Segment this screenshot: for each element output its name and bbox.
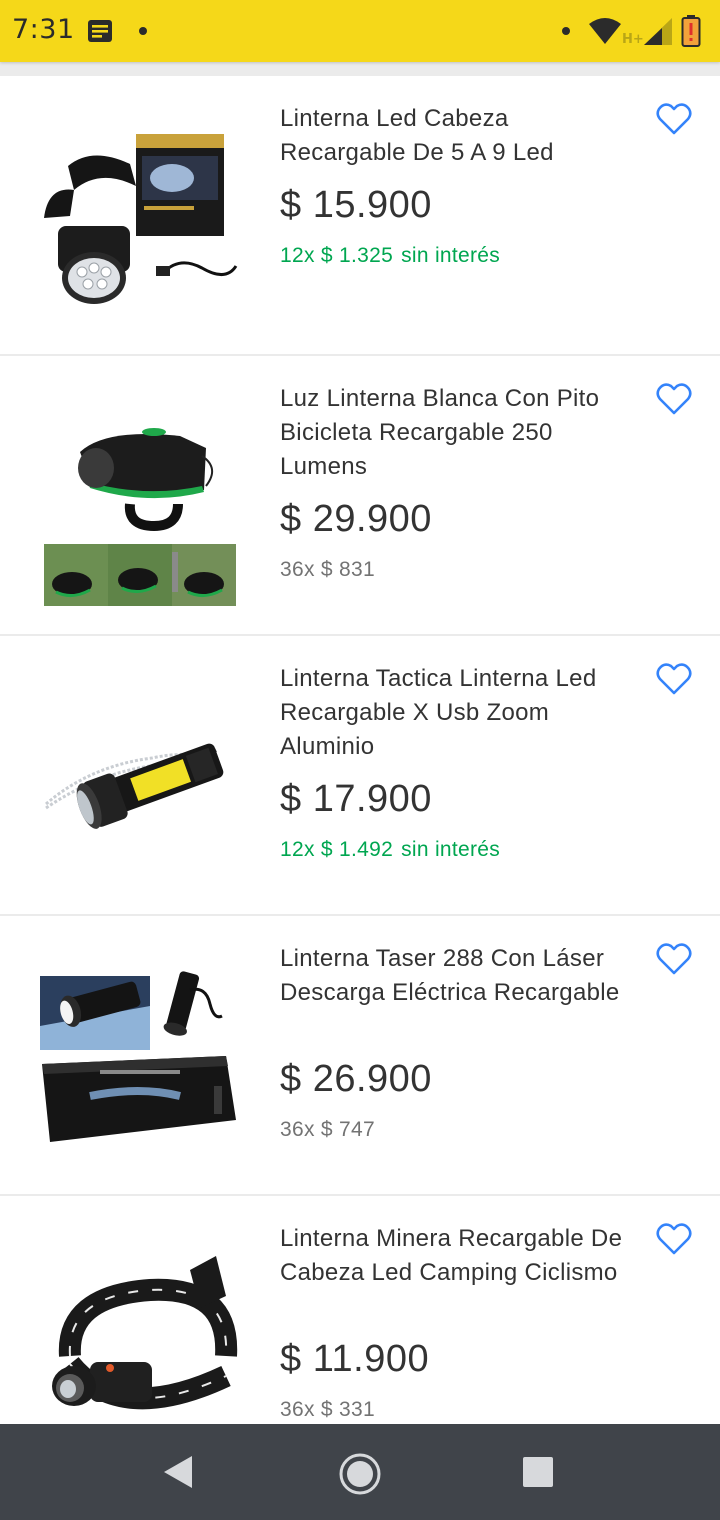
status-dot <box>562 27 570 35</box>
product-list[interactable]: Linterna Led Cabeza Recargable De 5 A 9 … <box>0 62 720 1424</box>
installments: 12x $ 1.325 sin interés <box>280 244 500 268</box>
interest-free-label: sin interés <box>401 838 501 861</box>
signal-icon <box>644 18 672 45</box>
product-price: $ 15.900 <box>280 184 432 226</box>
product-card[interactable]: Linterna Led Cabeza Recargable De 5 A 9 … <box>0 76 720 354</box>
product-price: $ 26.900 <box>280 1058 432 1100</box>
favorite-heart-icon[interactable] <box>656 662 692 696</box>
product-image-bike-light[interactable] <box>30 386 250 606</box>
status-bar: 7:31 H+ <box>0 0 720 62</box>
system-navigation-bar <box>0 1424 720 1520</box>
product-title[interactable]: Luz Linterna Blanca Con Pito Bicicleta R… <box>280 382 640 484</box>
product-price: $ 17.900 <box>280 778 432 820</box>
installments: 36x $ 331 <box>280 1398 383 1422</box>
installments-value: 12x $ 1.325 <box>280 244 394 267</box>
product-image-tactical-flashlight[interactable] <box>30 666 250 886</box>
product-image-taser-flashlight[interactable] <box>30 946 250 1166</box>
notification-icon <box>88 20 112 42</box>
installments: 36x $ 747 <box>280 1118 383 1142</box>
wifi-icon <box>589 18 621 44</box>
recents-icon[interactable] <box>522 1456 554 1488</box>
product-card[interactable]: Linterna Tactica Linterna Led Recargable… <box>0 636 720 914</box>
product-image-headlamp-strap[interactable] <box>30 1226 250 1424</box>
product-image-headlamp-box[interactable] <box>30 106 250 326</box>
installments-value: 36x $ 831 <box>280 558 375 581</box>
product-card[interactable]: Linterna Minera Recargable De Cabeza Led… <box>0 1196 720 1424</box>
back-icon[interactable] <box>160 1452 196 1492</box>
favorite-heart-icon[interactable] <box>656 1222 692 1256</box>
product-title[interactable]: Linterna Led Cabeza Recargable De 5 A 9 … <box>280 102 640 170</box>
product-card[interactable]: Linterna Taser 288 Con Láser Descarga El… <box>0 916 720 1194</box>
installments: 12x $ 1.492 sin interés <box>280 838 500 862</box>
home-icon[interactable] <box>338 1452 382 1496</box>
battery-icon <box>681 15 701 47</box>
network-type: H+ <box>622 32 644 47</box>
installments-value: 36x $ 747 <box>280 1118 375 1141</box>
status-time: 7:31 <box>12 14 75 45</box>
interest-free-label: sin interés <box>401 244 501 267</box>
product-title[interactable]: Linterna Minera Recargable De Cabeza Led… <box>280 1222 640 1290</box>
product-card[interactable]: Luz Linterna Blanca Con Pito Bicicleta R… <box>0 356 720 634</box>
installments-value: 12x $ 1.492 <box>280 838 394 861</box>
favorite-heart-icon[interactable] <box>656 102 692 136</box>
product-title[interactable]: Linterna Taser 288 Con Láser Descarga El… <box>280 942 640 1010</box>
favorite-heart-icon[interactable] <box>656 382 692 416</box>
favorite-heart-icon[interactable] <box>656 942 692 976</box>
status-dot <box>139 27 147 35</box>
product-title[interactable]: Linterna Tactica Linterna Led Recargable… <box>280 662 640 764</box>
product-price: $ 29.900 <box>280 498 432 540</box>
installments: 36x $ 831 <box>280 558 383 582</box>
installments-value: 36x $ 331 <box>280 1398 375 1421</box>
product-price: $ 11.900 <box>280 1338 430 1380</box>
